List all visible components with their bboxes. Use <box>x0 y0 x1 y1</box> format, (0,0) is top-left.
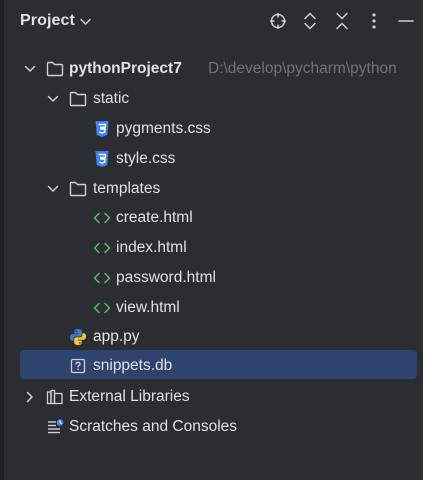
python-file-icon <box>69 328 87 346</box>
collapse-all-icon[interactable] <box>332 11 352 31</box>
tree-item-view-html[interactable]: view.html <box>0 293 423 323</box>
chevron-right-icon[interactable] <box>23 390 37 404</box>
unknown-file-icon <box>69 357 87 375</box>
tree-item-scratches-consoles[interactable]: Scratches and Consoles <box>0 412 423 442</box>
style-css-label: style.css <box>116 150 176 167</box>
chevron-down-icon[interactable] <box>23 62 37 76</box>
folder-icon <box>69 180 87 198</box>
tool-window-header: Project <box>0 0 423 42</box>
static-folder-label: static <box>93 90 130 107</box>
snippets-db-label: snippets.db <box>93 357 173 374</box>
scratches-icon <box>46 418 64 436</box>
folder-icon <box>46 60 64 78</box>
expand-all-icon[interactable] <box>300 11 320 31</box>
minimize-icon[interactable] <box>396 11 416 31</box>
project-tool-window: Project pythonProject7 D:\develop\pychar… <box>0 0 423 480</box>
more-options-icon[interactable] <box>364 11 384 31</box>
project-root-path: D:\develop\pycharm\python <box>208 60 397 77</box>
tree-item-style-css[interactable]: style.css <box>0 144 423 174</box>
chevron-down-icon[interactable] <box>46 182 60 196</box>
project-root-label: pythonProject7 <box>69 60 182 77</box>
chevron-down-icon[interactable] <box>46 92 60 106</box>
tree-item-password-html[interactable]: password.html <box>0 263 423 293</box>
app-py-label: app.py <box>93 328 140 345</box>
password-html-label: password.html <box>116 269 216 286</box>
tree-item-app-py[interactable]: app.py <box>0 322 423 352</box>
library-icon <box>46 388 64 406</box>
scratches-label: Scratches and Consoles <box>69 418 238 435</box>
tree-item-external-libraries[interactable]: External Libraries <box>0 382 423 412</box>
tree-item-index-html[interactable]: index.html <box>0 233 423 263</box>
tree-item-project-root[interactable]: pythonProject7 D:\develop\pycharm\python <box>0 54 423 84</box>
index-html-label: index.html <box>116 239 187 256</box>
project-title: Project <box>20 12 75 29</box>
view-html-label: view.html <box>116 299 180 316</box>
tree-item-snippets-db[interactable]: snippets.db <box>0 351 423 381</box>
folder-icon <box>69 90 87 108</box>
html-file-icon <box>93 209 111 227</box>
locate-icon[interactable] <box>268 11 288 31</box>
project-view-selector[interactable]: Project <box>20 11 91 31</box>
external-libraries-label: External Libraries <box>69 388 190 405</box>
tree-item-templates[interactable]: templates <box>0 174 423 204</box>
chevron-down-icon <box>80 13 91 31</box>
templates-folder-label: templates <box>93 180 161 197</box>
tree-item-static[interactable]: static <box>0 84 423 114</box>
css-file-icon <box>93 150 111 168</box>
tree-item-pygments-css[interactable]: pygments.css <box>0 114 423 144</box>
pygments-css-label: pygments.css <box>116 120 211 137</box>
html-file-icon <box>93 239 111 257</box>
tree-item-create-html[interactable]: create.html <box>0 203 423 233</box>
css-file-icon <box>93 120 111 138</box>
html-file-icon <box>93 269 111 287</box>
html-file-icon <box>93 299 111 317</box>
create-html-label: create.html <box>116 209 193 226</box>
